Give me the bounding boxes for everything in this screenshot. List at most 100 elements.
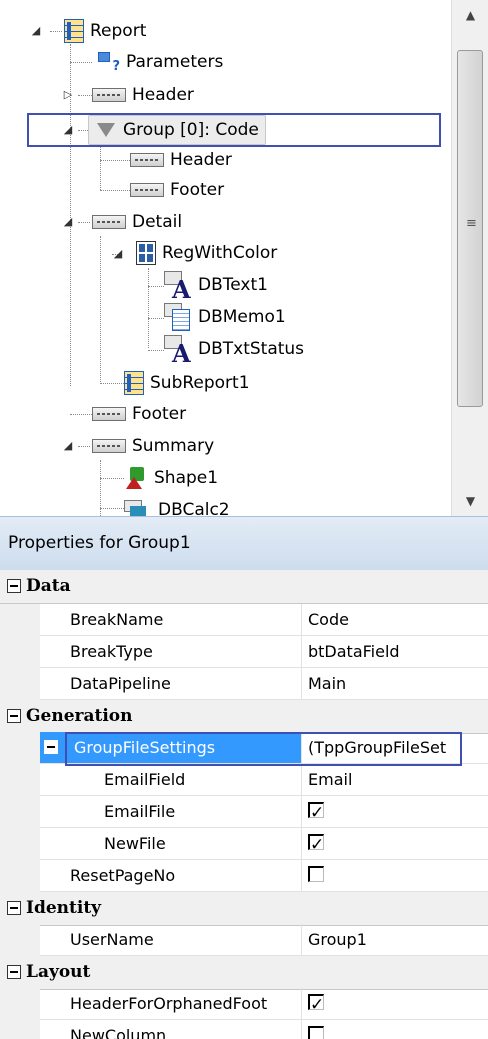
scrollbar-thumb[interactable]: ≡ [457, 50, 483, 407]
property-value[interactable] [302, 796, 488, 828]
headerfororphanedfoot-checkbox[interactable] [308, 990, 324, 1019]
tree-node-group[interactable]: Group [0]: Code [88, 115, 266, 145]
collapse-icon[interactable]: ◢ [30, 25, 42, 37]
collapse-icon[interactable]: ◢ [112, 248, 124, 260]
tree-connector [100, 236, 101, 384]
row-gutter [0, 860, 40, 892]
category-label: Layout [26, 962, 91, 982]
collapse-category-icon[interactable] [7, 901, 21, 915]
row-gutter [0, 764, 40, 796]
property-value[interactable] [302, 828, 488, 860]
group-icon [95, 121, 117, 139]
collapse-subproperty-icon[interactable] [44, 740, 58, 754]
selected-node-highlight: Group [0]: Code [88, 115, 266, 145]
region-icon [136, 241, 156, 265]
property-row-newcolumn[interactable]: NewColumn [0, 1020, 488, 1039]
tree-node-label: Header [132, 85, 194, 105]
newfile-checkbox[interactable] [308, 830, 324, 859]
tree-connector [70, 414, 92, 415]
property-row-breakname[interactable]: BreakName Code [0, 604, 488, 636]
tree-node-footer[interactable]: Footer [92, 399, 186, 429]
tree-node-dbcalc2[interactable]: DBCalc2 [124, 495, 230, 516]
property-grid[interactable]: Data BreakName Code BreakType btDataFiel… [0, 570, 488, 1039]
collapse-icon[interactable]: ◢ [62, 216, 74, 228]
property-value[interactable]: Code [302, 604, 488, 636]
collapse-icon[interactable]: ◢ [62, 440, 74, 452]
band-icon [92, 439, 126, 453]
band-icon [130, 153, 164, 167]
tree-node-shape1[interactable]: Shape1 [124, 463, 218, 493]
tree-node-detail[interactable]: Detail [92, 207, 182, 237]
band-icon [130, 183, 164, 197]
collapse-category-icon[interactable] [7, 965, 21, 979]
tree-node-label: Footer [170, 180, 225, 200]
property-value[interactable] [302, 1020, 488, 1039]
emailfile-checkbox[interactable] [308, 798, 324, 827]
expand-icon[interactable]: ▷ [62, 89, 74, 101]
property-row-resetpageno[interactable]: ResetPageNo [0, 860, 488, 892]
tree-connector [100, 478, 124, 479]
property-row-username[interactable]: UserName Group1 [0, 924, 488, 956]
tree-connector [100, 508, 124, 509]
tree-node-region[interactable]: RegWithColor [136, 238, 277, 268]
tree-connector [100, 190, 130, 191]
tree-node-label: Header [170, 150, 232, 170]
tree-node-report[interactable]: Report [64, 16, 146, 46]
row-gutter [0, 1020, 40, 1039]
tree-node-label: RegWithColor [162, 243, 278, 263]
tree-node-dbtext1[interactable]: A DBText1 [164, 270, 268, 304]
tree-node-dbmemo1[interactable]: DBMemo1 [164, 302, 286, 332]
collapse-category-icon[interactable] [7, 579, 21, 593]
collapse-category-icon[interactable] [7, 709, 21, 723]
tree-node-label: Summary [132, 436, 215, 456]
tree-node-summary[interactable]: Summary [92, 431, 214, 461]
resetpageno-checkbox[interactable] [308, 866, 324, 882]
tree-node-parameters[interactable]: ? Parameters [92, 47, 223, 77]
property-value[interactable] [302, 860, 488, 892]
property-row-breaktype[interactable]: BreakType btDataField [0, 636, 488, 668]
property-value[interactable]: btDataField [302, 636, 488, 668]
property-value[interactable] [302, 988, 488, 1020]
property-row-emailfield[interactable]: EmailField Email [0, 764, 488, 796]
band-icon [92, 88, 126, 102]
grip-icon: ≡ [466, 216, 477, 231]
property-name: NewColumn [40, 1020, 302, 1039]
tree-connector [78, 222, 90, 223]
tree-connector [78, 95, 92, 96]
property-row-newfile[interactable]: NewFile [0, 828, 488, 860]
scroll-down-arrow-icon[interactable]: ▼ [452, 486, 488, 516]
tree-node-group-footer[interactable]: Footer [130, 175, 224, 205]
property-value[interactable]: Group1 [302, 924, 488, 956]
report-icon [64, 19, 84, 43]
property-name: NewFile [40, 828, 302, 860]
tree-node-dbtxtstatus[interactable]: A DBTxtStatus [164, 334, 304, 368]
tree-connector [148, 350, 164, 351]
tree-node-label: DBText1 [198, 275, 268, 295]
property-row-headerfororphanedfoot[interactable]: HeaderForOrphanedFoot [0, 988, 488, 1020]
dbmemo-icon [164, 303, 192, 331]
property-row-emailfile[interactable]: EmailFile [0, 796, 488, 828]
category-label: Identity [26, 898, 102, 918]
category-layout[interactable]: Layout [0, 956, 488, 990]
category-identity[interactable]: Identity [0, 892, 488, 926]
property-name: HeaderForOrphanedFoot [40, 988, 302, 1020]
dbtext-icon: A [164, 335, 192, 368]
subreport-icon [124, 371, 144, 395]
tree-node-subreport1[interactable]: SubReport1 [124, 368, 250, 398]
category-generation[interactable]: Generation [0, 700, 488, 734]
tree-node-label: SubReport1 [150, 373, 250, 393]
tree-node-group-header[interactable]: Header [130, 145, 232, 175]
category-data[interactable]: Data [0, 570, 488, 604]
property-row-datapipeline[interactable]: DataPipeline Main [0, 668, 488, 700]
tree-node-header[interactable]: Header [92, 80, 194, 110]
report-tree[interactable]: ◢ ▷ ◢ ◢ ◢ ◢ Report ? Parameters Header G… [0, 0, 488, 516]
tree-connector [70, 62, 92, 63]
property-name: BreakName [40, 604, 302, 636]
property-value[interactable]: Email [302, 764, 488, 796]
property-value[interactable]: Main [302, 668, 488, 700]
property-name: BreakType [40, 636, 302, 668]
newcolumn-checkbox[interactable] [308, 1026, 324, 1039]
scroll-up-arrow-icon[interactable]: ▲ [452, 0, 488, 30]
tree-scrollbar[interactable]: ▲ ≡ ▼ [451, 0, 488, 516]
parameters-icon: ? [92, 50, 120, 74]
